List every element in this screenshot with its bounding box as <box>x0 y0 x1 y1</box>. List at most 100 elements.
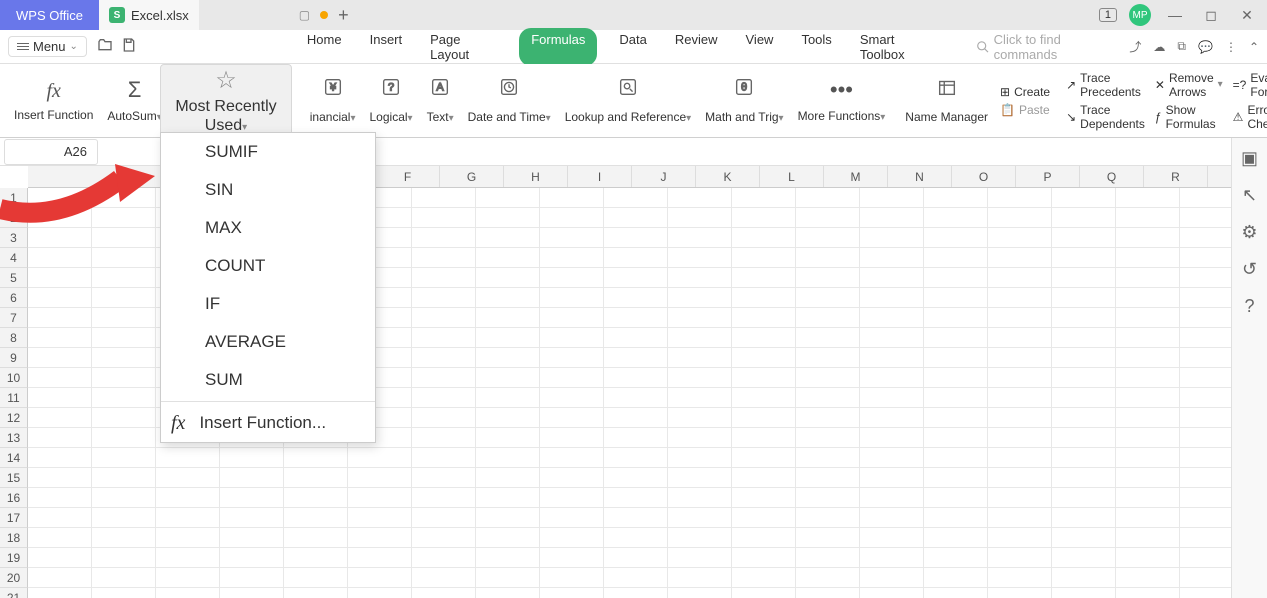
cell[interactable] <box>476 568 540 588</box>
cell[interactable] <box>92 548 156 568</box>
lookup-reference-button[interactable]: Lookup and Reference▾ <box>559 68 697 133</box>
cell[interactable] <box>1052 568 1116 588</box>
help-icon[interactable]: ? <box>1244 296 1254 317</box>
error-checking-button[interactable]: ⚠Error Checking▾ <box>1233 103 1267 131</box>
cell[interactable] <box>28 468 92 488</box>
cell[interactable] <box>412 468 476 488</box>
cell[interactable] <box>412 328 476 348</box>
cell[interactable] <box>1116 528 1180 548</box>
row-header[interactable]: 17 <box>0 508 28 528</box>
cell[interactable] <box>988 428 1052 448</box>
cell[interactable] <box>988 268 1052 288</box>
cell[interactable] <box>604 288 668 308</box>
cell[interactable] <box>924 248 988 268</box>
cell[interactable] <box>668 408 732 428</box>
cell[interactable] <box>284 488 348 508</box>
cell[interactable] <box>92 248 156 268</box>
cell[interactable] <box>924 228 988 248</box>
cell[interactable] <box>924 268 988 288</box>
cell[interactable] <box>1116 548 1180 568</box>
cell[interactable] <box>412 568 476 588</box>
cell[interactable] <box>988 368 1052 388</box>
cell[interactable] <box>1116 568 1180 588</box>
cell[interactable] <box>412 348 476 368</box>
dropdown-item-average[interactable]: AVERAGE <box>161 323 375 361</box>
cell[interactable] <box>1052 448 1116 468</box>
cell[interactable] <box>1116 468 1180 488</box>
cell[interactable] <box>92 208 156 228</box>
cell[interactable] <box>540 388 604 408</box>
cell[interactable] <box>732 448 796 468</box>
remove-arrows-button[interactable]: ✕Remove Arrows▾ <box>1155 71 1223 99</box>
cell[interactable] <box>1052 468 1116 488</box>
cell[interactable] <box>412 408 476 428</box>
cell[interactable] <box>220 548 284 568</box>
cell[interactable] <box>28 528 92 548</box>
most-recently-used-button[interactable]: ☆ Most Recently Used▾ <box>160 64 292 137</box>
cell[interactable] <box>924 348 988 368</box>
cell[interactable] <box>668 568 732 588</box>
cell[interactable] <box>28 568 92 588</box>
cell[interactable] <box>540 468 604 488</box>
cell[interactable] <box>604 568 668 588</box>
cell[interactable] <box>156 488 220 508</box>
row-header[interactable]: 5 <box>0 268 28 288</box>
row-header[interactable]: 12 <box>0 408 28 428</box>
cell[interactable] <box>92 408 156 428</box>
cell[interactable] <box>732 588 796 598</box>
cell[interactable] <box>988 588 1052 598</box>
cell[interactable] <box>732 208 796 228</box>
cell[interactable] <box>220 508 284 528</box>
cell[interactable] <box>924 488 988 508</box>
cell[interactable] <box>604 328 668 348</box>
cell[interactable] <box>796 268 860 288</box>
cell[interactable] <box>1116 348 1180 368</box>
cell[interactable] <box>284 568 348 588</box>
column-header[interactable]: N <box>888 166 952 187</box>
cell[interactable] <box>540 228 604 248</box>
financial-button[interactable]: ¥ inancial▾ <box>310 68 362 133</box>
cell[interactable] <box>92 288 156 308</box>
cell[interactable] <box>28 308 92 328</box>
cell[interactable] <box>860 428 924 448</box>
cell[interactable] <box>1116 228 1180 248</box>
cell[interactable] <box>220 448 284 468</box>
cell[interactable] <box>284 548 348 568</box>
cell[interactable] <box>28 428 92 448</box>
collapse-ribbon-icon[interactable]: ⌃ <box>1249 40 1259 54</box>
cell[interactable] <box>924 208 988 228</box>
column-header[interactable]: O <box>952 166 1016 187</box>
tab-review[interactable]: Review <box>669 28 724 66</box>
cell[interactable] <box>476 548 540 568</box>
column-header[interactable]: I <box>568 166 632 187</box>
cell[interactable] <box>1116 368 1180 388</box>
row-header[interactable]: 16 <box>0 488 28 508</box>
tab-view[interactable]: View <box>740 28 780 66</box>
cell[interactable] <box>92 528 156 548</box>
column-header[interactable]: H <box>504 166 568 187</box>
cell[interactable] <box>1052 208 1116 228</box>
app-tab[interactable]: WPS Office <box>0 0 99 30</box>
cell[interactable] <box>668 548 732 568</box>
cell[interactable] <box>92 388 156 408</box>
logical-button[interactable]: ? Logical▾ <box>364 68 419 133</box>
cell[interactable] <box>412 208 476 228</box>
cell[interactable] <box>540 248 604 268</box>
cell[interactable] <box>540 188 604 208</box>
cell[interactable] <box>92 588 156 598</box>
cell[interactable] <box>604 308 668 328</box>
cell[interactable] <box>28 548 92 568</box>
cell[interactable] <box>988 288 1052 308</box>
cell[interactable] <box>732 368 796 388</box>
row-header[interactable]: 21 <box>0 588 28 598</box>
cell[interactable] <box>860 308 924 328</box>
more-icon[interactable]: ⋮ <box>1225 40 1237 54</box>
cell[interactable] <box>540 308 604 328</box>
cell[interactable] <box>28 268 92 288</box>
cell[interactable] <box>796 468 860 488</box>
cell[interactable] <box>412 508 476 528</box>
cell[interactable] <box>860 488 924 508</box>
cell[interactable] <box>732 428 796 448</box>
cell[interactable] <box>92 268 156 288</box>
cell[interactable] <box>540 488 604 508</box>
